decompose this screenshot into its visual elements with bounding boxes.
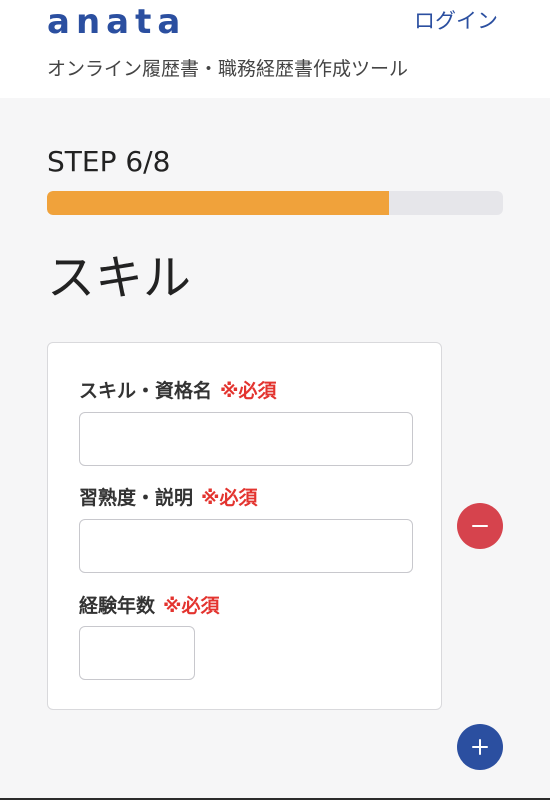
minus-icon	[472, 525, 488, 527]
experience-years-label: 経験年数 ※必須	[79, 594, 220, 618]
step-indicator: STEP 6/8	[47, 145, 171, 178]
app-header: anata ログイン オンライン履歴書・職務経歴書作成ツール	[0, 0, 550, 98]
skill-name-label-text: スキル・資格名	[79, 380, 213, 402]
experience-years-input[interactable]	[79, 626, 195, 680]
app-tagline: オンライン履歴書・職務経歴書作成ツール	[47, 58, 409, 80]
progress-bar	[47, 191, 503, 215]
experience-years-label-text: 経験年数	[79, 595, 156, 617]
required-badge: ※必須	[220, 380, 277, 402]
skill-name-input[interactable]	[79, 412, 413, 466]
app-logo[interactable]: anata	[47, 2, 186, 42]
add-skill-button[interactable]	[457, 724, 503, 770]
required-badge: ※必須	[163, 595, 220, 617]
plus-icon	[472, 739, 488, 755]
login-link[interactable]: ログイン	[414, 8, 498, 34]
proficiency-input[interactable]	[79, 519, 413, 573]
skill-name-label: スキル・資格名 ※必須	[79, 379, 277, 403]
proficiency-label-text: 習熟度・説明	[79, 487, 194, 509]
progress-bar-fill	[47, 191, 389, 215]
page-title: スキル	[47, 250, 192, 306]
proficiency-label: 習熟度・説明 ※必須	[79, 486, 258, 510]
remove-skill-button[interactable]	[457, 503, 503, 549]
skill-entry-card: スキル・資格名 ※必須 習熟度・説明 ※必須 経験年数 ※必須	[47, 342, 442, 710]
required-badge: ※必須	[201, 487, 258, 509]
